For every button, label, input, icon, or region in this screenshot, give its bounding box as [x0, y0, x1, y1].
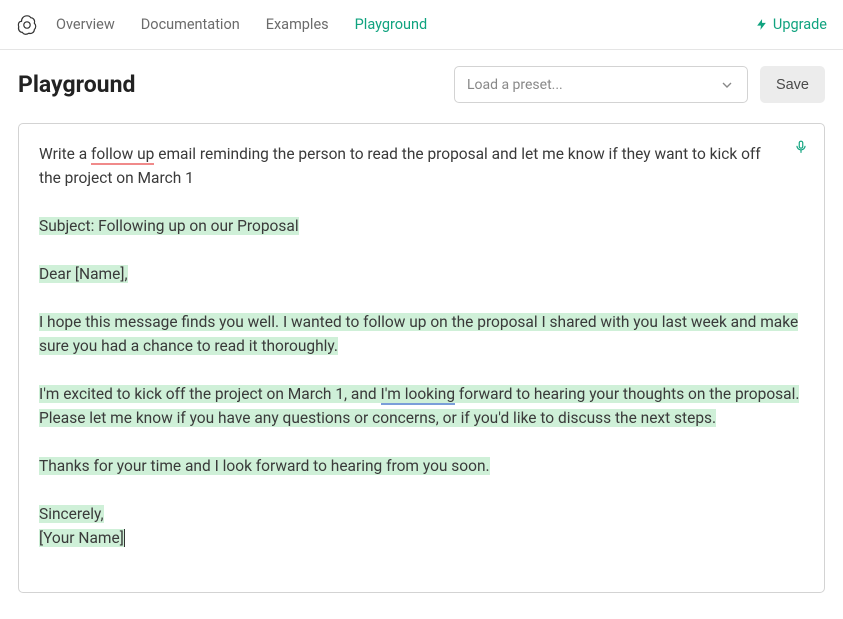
upgrade-label: Upgrade [773, 16, 827, 33]
upgrade-link[interactable]: Upgrade [755, 16, 827, 33]
save-button[interactable]: Save [760, 66, 825, 103]
completion-text: Subject: Following up on our Proposal De… [39, 214, 804, 550]
microphone-icon[interactable] [794, 140, 808, 154]
preset-select[interactable]: Load a preset... [454, 66, 748, 103]
nav-links: Overview Documentation Examples Playgrou… [56, 16, 755, 33]
chevron-down-icon [719, 77, 735, 93]
preset-placeholder: Load a preset... [467, 77, 563, 93]
prompt-text: Write a follow up email reminding the pe… [39, 142, 804, 190]
top-nav: Overview Documentation Examples Playgrou… [0, 0, 843, 50]
nav-examples[interactable]: Examples [266, 16, 329, 33]
grammar-underline: I'm looking [381, 385, 456, 405]
spell-underline: follow up [91, 145, 154, 165]
main-content: Write a follow up email reminding the pe… [0, 123, 843, 593]
header-bar: Playground Load a preset... Save [0, 50, 843, 123]
nav-documentation[interactable]: Documentation [141, 16, 240, 33]
editor-box[interactable]: Write a follow up email reminding the pe… [18, 123, 825, 593]
nav-overview[interactable]: Overview [56, 16, 115, 33]
lightning-icon [755, 18, 768, 31]
page-title: Playground [18, 71, 442, 98]
openai-logo-icon[interactable] [16, 14, 38, 36]
nav-playground[interactable]: Playground [355, 16, 428, 33]
